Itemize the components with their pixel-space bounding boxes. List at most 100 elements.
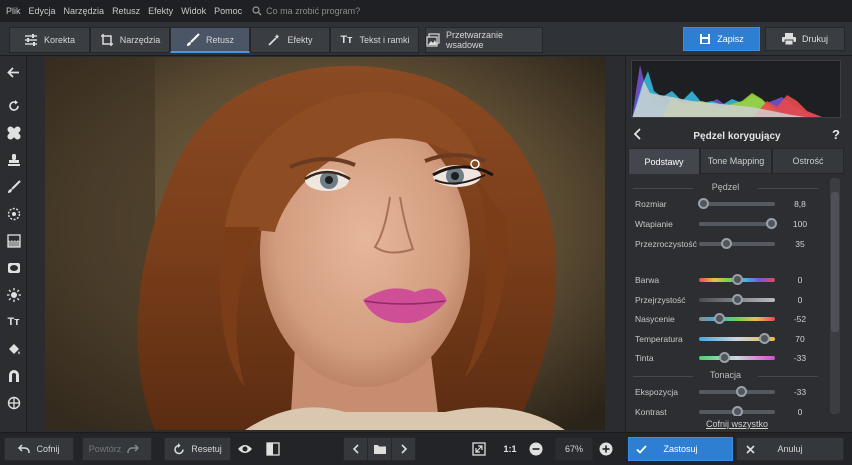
menu-edycja[interactable]: Edycja: [29, 6, 56, 16]
menu-pomoc[interactable]: Pomoc: [214, 6, 242, 16]
tab-przetwarzanie-wsadowe[interactable]: Przetwarzanie wsadowe: [425, 27, 543, 53]
slider-value[interactable]: 70: [785, 334, 815, 344]
menu-search[interactable]: Co ma zrobić program?: [252, 6, 360, 16]
slider-barwa[interactable]: Barwa 0: [628, 273, 824, 287]
printer-icon: [781, 33, 796, 45]
tab-retusz[interactable]: Retusz: [170, 27, 250, 53]
zoom-in-icon[interactable]: [599, 437, 619, 461]
slider-handle[interactable]: [758, 332, 770, 344]
slider-track[interactable]: [699, 242, 775, 246]
slider-label: Barwa: [635, 275, 660, 285]
slider-value[interactable]: -33: [785, 353, 815, 363]
magnet-lasso-icon[interactable]: [4, 366, 23, 385]
apply-button[interactable]: Zastosuj: [628, 437, 733, 461]
sun-icon[interactable]: [4, 285, 23, 304]
crosshair-icon[interactable]: [4, 393, 23, 412]
slider-value[interactable]: 100: [785, 219, 815, 229]
eye-icon[interactable]: [236, 437, 260, 461]
slider-value[interactable]: 0: [785, 407, 815, 416]
menu-plik[interactable]: Plik: [6, 6, 21, 16]
bandage-icon[interactable]: [4, 123, 23, 142]
tab-label: Efekty: [287, 35, 313, 45]
panel-scrollbar[interactable]: [830, 178, 840, 414]
next-image-button[interactable]: [391, 437, 416, 461]
slider-value[interactable]: 0: [785, 275, 815, 285]
sliders-icon: [24, 33, 38, 47]
slider-handle[interactable]: [732, 406, 743, 416]
zoom-out-icon[interactable]: [529, 437, 549, 461]
slider-kontrast[interactable]: Kontrast 0: [628, 405, 824, 416]
slider-handle[interactable]: [697, 198, 709, 209]
subtab-podstawy[interactable]: Podstawy: [628, 148, 700, 174]
zoom-1to1-button[interactable]: 1:1: [498, 437, 522, 461]
text-tool-icon[interactable]: Tт: [4, 312, 23, 331]
scrollbar-thumb[interactable]: [831, 192, 839, 332]
zoom-value[interactable]: 67%: [555, 437, 593, 461]
compare-icon[interactable]: [264, 437, 288, 461]
menu-efekty[interactable]: Efekty: [148, 6, 173, 16]
vignette-icon[interactable]: [4, 258, 23, 277]
menu-bar: Plik Edycja Narzędzia Retusz Efekty Wido…: [0, 0, 852, 22]
slider-label: Przejrzystość: [635, 294, 686, 305]
slider-rozmiar[interactable]: Rozmiar 8,8: [628, 197, 824, 211]
slider-handle[interactable]: [713, 313, 725, 324]
section-pedzel: Pędzel: [628, 182, 823, 192]
menu-widok[interactable]: Widok: [181, 6, 206, 16]
help-icon[interactable]: ?: [832, 127, 840, 142]
slider-ekspozycja[interactable]: Ekspozycja -33: [628, 385, 824, 399]
slider-value[interactable]: 35: [785, 239, 815, 249]
save-button[interactable]: Zapisz: [683, 27, 760, 51]
rotate-icon[interactable]: [4, 96, 23, 115]
radial-filter-icon[interactable]: [4, 204, 23, 223]
slider-label: Kontrast: [635, 407, 667, 416]
slider-nasycenie[interactable]: Nasycenie -52: [628, 312, 824, 326]
slider-handle[interactable]: [732, 293, 743, 305]
fit-screen-icon[interactable]: [471, 437, 493, 461]
slider-track[interactable]: [699, 202, 775, 206]
slider-handle[interactable]: [732, 274, 743, 285]
portrait-photo[interactable]: [45, 57, 605, 430]
undo-button[interactable]: Cofnij: [4, 437, 74, 461]
tab-korekta[interactable]: Korekta: [9, 27, 90, 53]
tab-tekst-ramki[interactable]: Tт Tekst i ramki: [330, 27, 419, 53]
slider-temperatura[interactable]: Temperatura 70: [628, 332, 824, 346]
subtab-tone-mapping[interactable]: Tone Mapping: [700, 148, 772, 174]
reset-all-link[interactable]: Cofnij wszystko: [628, 419, 846, 429]
menu-retusz[interactable]: Retusz: [112, 6, 140, 16]
slider-track[interactable]: [699, 317, 775, 321]
slider-track[interactable]: [699, 356, 775, 360]
slider-value[interactable]: 8,8: [785, 199, 815, 209]
slider-track[interactable]: [699, 222, 775, 226]
slider-wtapianie[interactable]: Wtapianie 100: [628, 217, 824, 231]
close-icon: [746, 444, 755, 454]
menu-narzedzia[interactable]: Narzędzia: [64, 6, 105, 16]
prev-image-button[interactable]: [343, 437, 368, 461]
reset-button[interactable]: Resetuj: [164, 437, 231, 461]
panel-header: Pędzel korygujący ?: [628, 126, 846, 146]
print-button[interactable]: Drukuj: [765, 27, 845, 51]
slider-value[interactable]: -52: [785, 314, 815, 324]
stamp-icon[interactable]: [4, 150, 23, 169]
tab-label: Retusz: [205, 34, 234, 45]
back-arrow-icon[interactable]: [4, 63, 23, 82]
gradient-filter-icon[interactable]: [4, 231, 23, 250]
cancel-label: Anuluj: [777, 444, 803, 454]
tab-efekty[interactable]: Efekty: [250, 27, 330, 53]
slider-handle[interactable]: [719, 352, 731, 363]
redo-button[interactable]: Powtórz: [82, 437, 152, 461]
slider-handle[interactable]: [735, 386, 747, 397]
brush-tool-icon[interactable]: [4, 177, 23, 196]
slider-przezroczystość[interactable]: Przezroczystość 35: [628, 237, 824, 251]
subtab-ostrosc[interactable]: Ostrość: [772, 148, 844, 174]
slider-value[interactable]: -33: [785, 387, 815, 397]
slider-handle[interactable]: [720, 238, 732, 249]
slider-value[interactable]: 0: [785, 295, 815, 305]
slider-handle[interactable]: [766, 218, 778, 229]
cancel-button[interactable]: Anuluj: [736, 437, 844, 461]
chevron-left-icon[interactable]: [633, 128, 643, 143]
slider-przejrzystość[interactable]: Przejrzystość 0: [628, 293, 824, 307]
slider-tinta[interactable]: Tinta -33: [628, 351, 824, 365]
tab-narzedzia[interactable]: Narzędzia: [90, 27, 170, 53]
fill-bucket-icon[interactable]: [4, 339, 23, 358]
folder-button[interactable]: [367, 437, 392, 461]
